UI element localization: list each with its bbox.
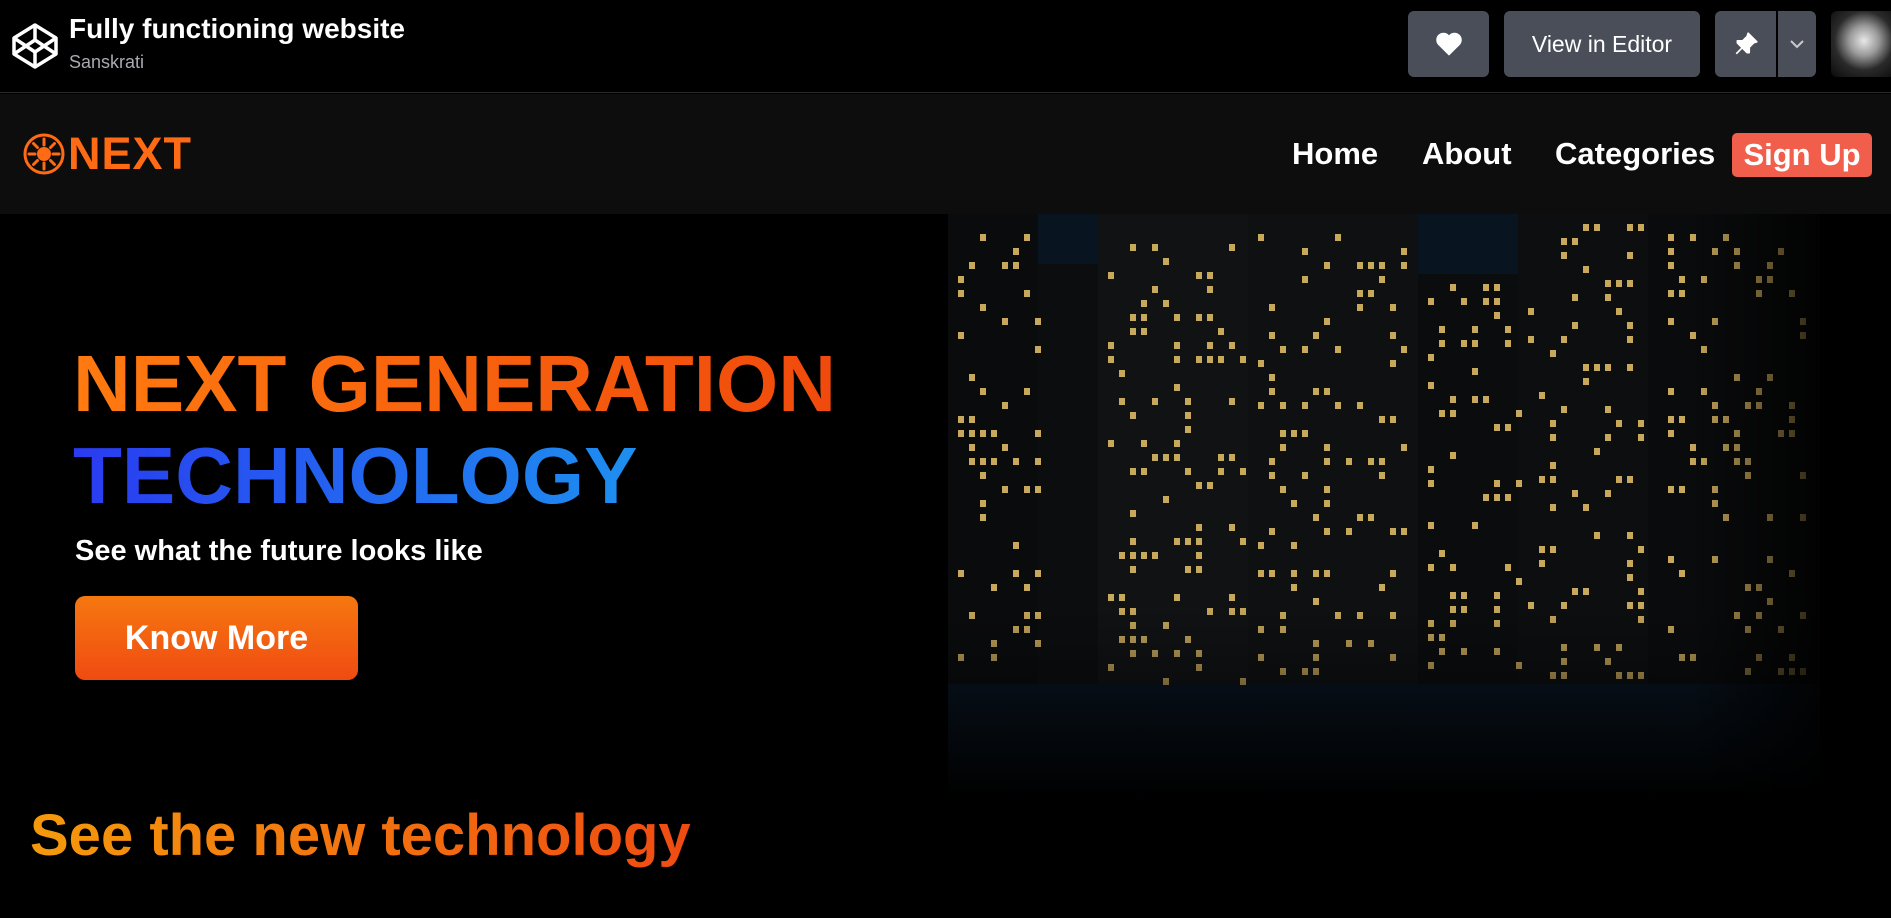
pin-dropdown-button[interactable]	[1778, 11, 1816, 77]
sun-logo-icon	[23, 133, 65, 175]
chevron-down-icon	[1790, 40, 1804, 49]
codepen-header: Fully functioning website Sanskrati View…	[0, 0, 1891, 93]
codepen-logo-icon[interactable]	[10, 21, 60, 71]
heart-icon	[1435, 32, 1462, 56]
site-navbar: NEXT Home About Categories Sign Up	[0, 94, 1891, 214]
site-brand[interactable]: NEXT	[22, 128, 193, 179]
hero-tagline: See what the future looks like	[75, 535, 483, 567]
view-in-editor-button[interactable]: View in Editor	[1504, 11, 1700, 77]
section-heading: See the new technology	[30, 803, 691, 868]
website-preview: NEXT Home About Categories Sign Up NEXT …	[0, 94, 1891, 918]
nav-about-link[interactable]: About	[1422, 134, 1512, 174]
hero-city-image	[948, 214, 1820, 798]
hero-heading-line1: NEXT GENERATION	[73, 339, 837, 428]
signup-button[interactable]: Sign Up	[1732, 133, 1872, 177]
hero-heading-line2: TECHNOLOGY	[73, 431, 638, 520]
nav-categories-link[interactable]: Categories	[1555, 134, 1715, 174]
nav-home-link[interactable]: Home	[1292, 134, 1378, 174]
brand-name: NEXT	[68, 128, 193, 179]
pen-title: Fully functioning website	[69, 13, 405, 44]
love-button[interactable]	[1408, 11, 1489, 77]
pin-icon	[1735, 32, 1758, 55]
pin-button[interactable]	[1715, 11, 1776, 77]
user-avatar[interactable]	[1831, 11, 1891, 77]
pen-author[interactable]: Sanskrati	[69, 52, 144, 73]
city-skyline-image	[948, 214, 1820, 798]
know-more-button[interactable]: Know More	[75, 596, 358, 680]
